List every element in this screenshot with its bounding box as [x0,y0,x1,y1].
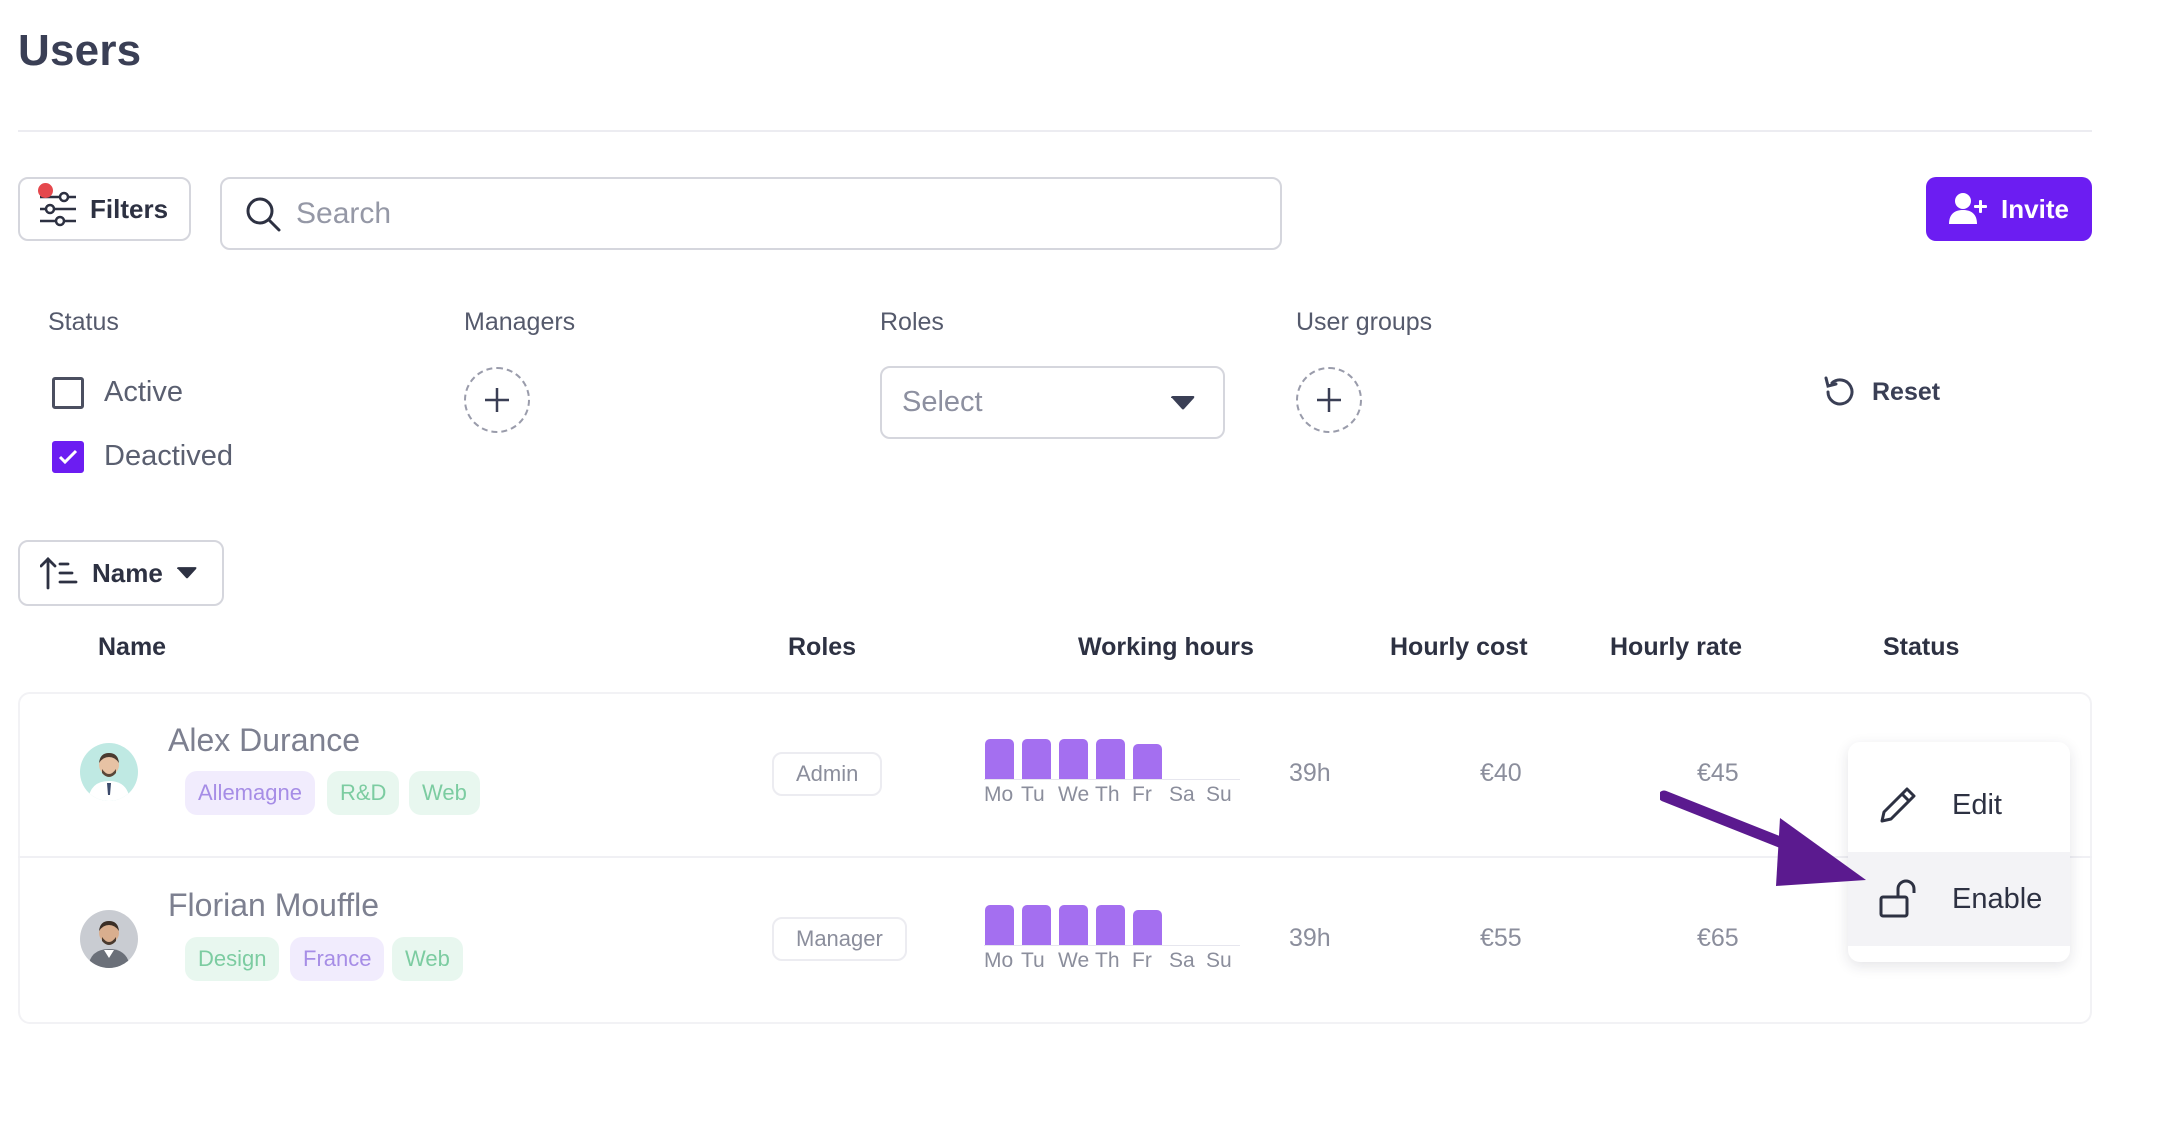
menu-item-edit-label: Edit [1952,788,2002,821]
day-label: We [1058,783,1090,806]
working-hours-bar [1059,739,1088,779]
plus-icon [485,388,509,412]
menu-item-enable-label: Enable [1952,882,2043,915]
title-divider [18,130,2092,132]
sort-ascending-icon [40,557,78,590]
day-label: Tu [1021,783,1045,806]
working-hours-bar [1096,739,1125,779]
unlock-icon [1879,879,1916,918]
tag: France [290,937,385,981]
day-label: Su [1206,783,1232,806]
total-hours: 39h [1289,924,1331,952]
day-label: Sa [1169,949,1195,972]
hourly-cost: €55 [1480,924,1522,952]
hourly-cost: €40 [1480,759,1522,787]
column-header-working-hours[interactable]: Working hours [1078,633,1254,662]
day-label: Mo [984,783,1014,806]
tag: Web [409,771,480,815]
working-hours-bar [1133,744,1162,779]
roles-select-value: Select [902,386,983,418]
add-manager-button[interactable] [464,367,530,433]
sort-button[interactable]: Name [18,540,224,606]
tag: R&D [327,771,400,815]
managers-filter-label: Managers [464,308,576,336]
working-hours-bar [985,905,1014,945]
column-header-hourly-rate[interactable]: Hourly rate [1610,633,1742,662]
status-filter-label: Status [48,308,119,336]
day-label: Su [1206,949,1232,972]
filters-active-dot [38,183,53,198]
filters-label: Filters [90,193,169,224]
sort-label: Name [92,557,163,588]
invite-label: Invite [2001,193,2069,224]
total-hours: 39h [1289,759,1331,787]
day-label: We [1058,949,1090,972]
search-icon [246,197,281,231]
search-input[interactable] [296,196,1256,231]
user-groups-filter-label: User groups [1296,308,1433,336]
reset-label: Reset [1872,377,1941,406]
filters-button[interactable]: Filters [18,177,191,241]
roles-select[interactable]: Select [880,366,1225,439]
tag: Allemagne [185,771,315,815]
caret-down-icon [1171,395,1195,409]
avatar[interactable] [80,910,138,968]
pencil-icon [1880,787,1916,823]
day-label: Sa [1169,783,1195,806]
deactived-checkbox[interactable] [52,440,84,473]
working-hours-bar [1133,910,1162,945]
role-badge: Admin [772,752,883,796]
reset-icon [1824,376,1854,406]
menu-item-enable[interactable]: Enable [1848,852,2070,946]
working-hours-bar [985,739,1014,779]
tag: Web [392,937,463,981]
avatar-photo-icon [88,753,130,801]
status-option-deactived[interactable]: Deactived [52,440,233,473]
roles-filter-label: Roles [880,308,944,336]
deactived-label: Deactived [104,440,233,472]
status-option-active[interactable]: Active [52,376,183,409]
avatar[interactable] [80,743,138,801]
caret-down-icon [176,567,197,579]
tag: Design [185,937,280,981]
role-badge: Manager [772,917,907,961]
plus-icon [1317,388,1341,412]
annotation-arrow-icon [1660,790,1866,886]
row-actions-menu: Edit Enable [1848,742,2070,962]
column-header-status[interactable]: Status [1883,633,1959,662]
working-hours-chart: Mo Tu We Th Fr Sa Su [984,903,1240,973]
active-checkbox[interactable] [52,376,84,409]
user-name[interactable]: Florian Mouffle [168,887,379,924]
add-user-icon [1949,193,1988,224]
page-title: Users [18,26,142,75]
active-label: Active [104,376,183,408]
day-label: Mo [984,949,1014,972]
working-hours-chart: Mo Tu We Th Fr Sa Su [984,737,1240,807]
day-label: Th [1095,949,1120,972]
user-name[interactable]: Alex Durance [168,722,360,759]
working-hours-bar [1059,905,1088,945]
search-box[interactable] [220,177,1282,250]
day-label: Fr [1132,949,1152,972]
column-header-roles[interactable]: Roles [788,633,856,662]
reset-button[interactable]: Reset [1822,374,1940,410]
avatar-photo-icon [88,921,130,968]
add-user-group-button[interactable] [1296,367,1362,433]
hourly-rate: €65 [1697,924,1739,952]
day-label: Th [1095,783,1120,806]
menu-item-edit[interactable]: Edit [1848,758,2070,852]
column-header-hourly-cost[interactable]: Hourly cost [1390,633,1528,662]
day-label: Fr [1132,783,1152,806]
bar-baseline [984,779,1240,780]
working-hours-bar [1022,739,1051,779]
column-header-name[interactable]: Name [98,633,166,662]
working-hours-bar [1096,905,1125,945]
bar-baseline [984,945,1240,946]
checkmark-icon [58,449,78,464]
invite-button[interactable]: Invite [1926,177,2092,241]
working-hours-bar [1022,905,1051,945]
day-label: Tu [1021,949,1045,972]
